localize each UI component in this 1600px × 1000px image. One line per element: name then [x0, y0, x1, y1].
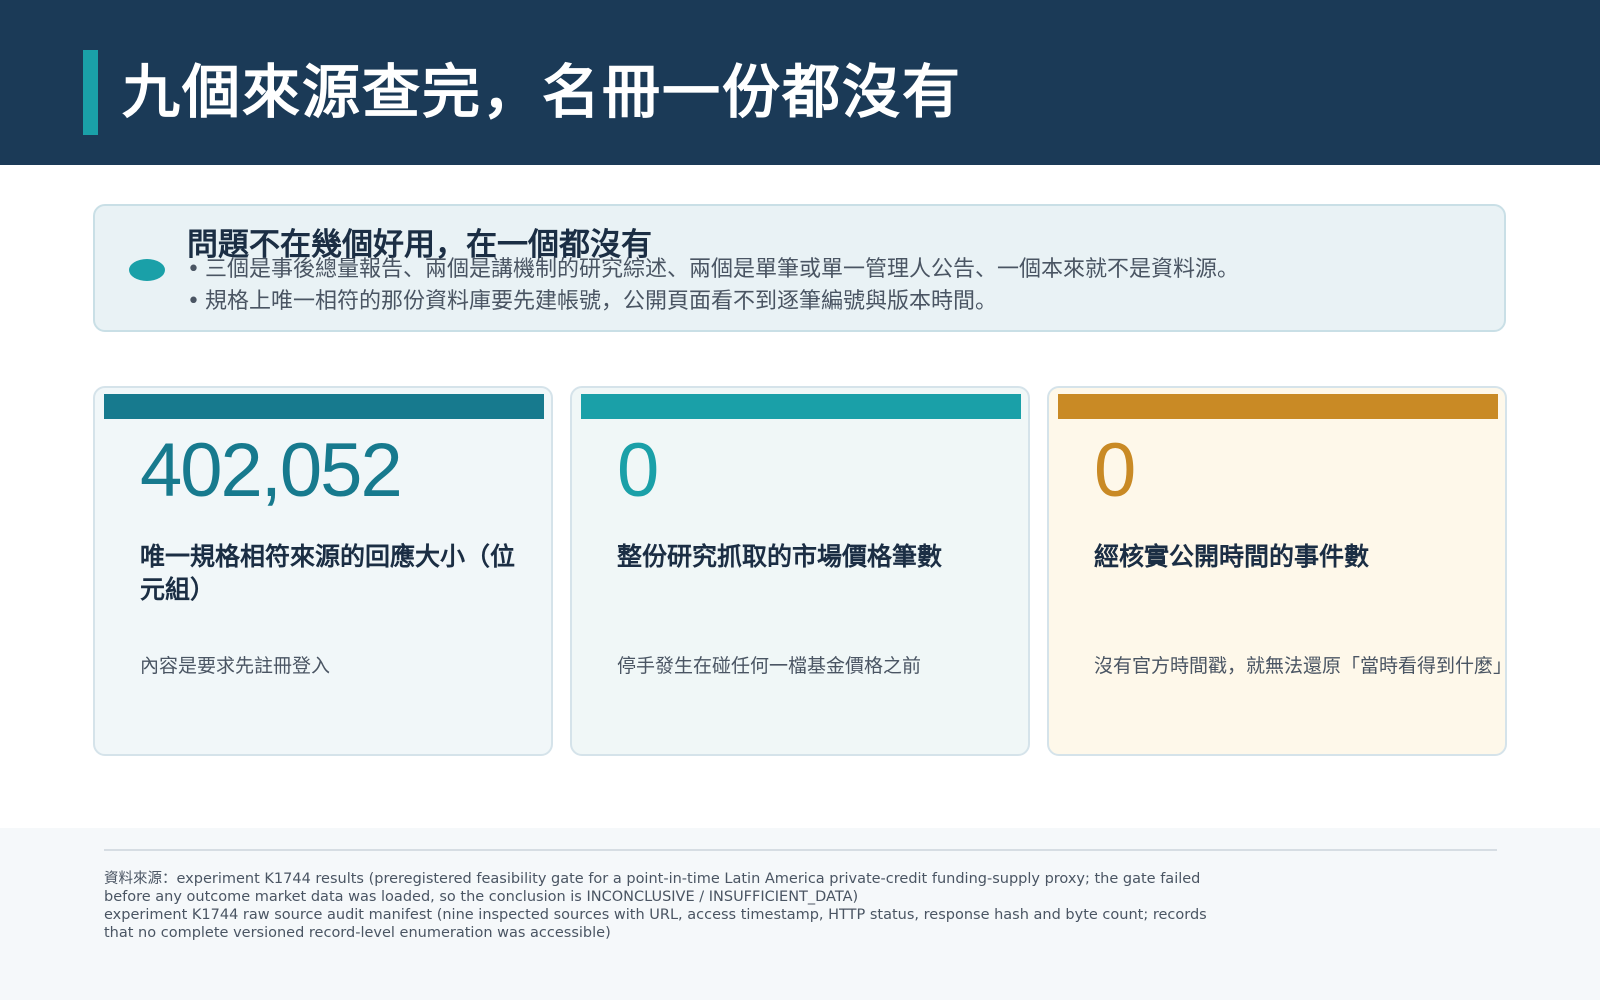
stat-card-price-count: 0 整份研究抓取的市場價格筆數 停手發生在碰任何一檔基金價格之前: [570, 386, 1030, 756]
stat-value: 402,052: [140, 428, 403, 513]
stat-note: 內容是要求先註冊登入: [140, 655, 331, 677]
card-accent-bar: [581, 394, 1021, 419]
footer-divider: [104, 849, 1497, 851]
summary-bullet: 規格上唯一相符的那份資料庫要先建帳號，公開頁面看不到逐筆編號與版本時間。: [187, 286, 1239, 318]
summary-callout: 問題不在幾個好用，在一個都沒有 三個是事後總量報告、兩個是講機制的研究綜述、兩個…: [93, 204, 1506, 332]
card-accent-bar: [1058, 394, 1498, 419]
stat-note: 停手發生在碰任何一檔基金價格之前: [617, 655, 922, 677]
page-header: 九個來源查完，名冊一份都沒有: [0, 0, 1600, 165]
stat-label: 經核實公開時間的事件數: [1094, 542, 1370, 571]
stat-card-event-count: 0 經核實公開時間的事件數 沒有官方時間戳，就無法還原「當時看得到什麼」: [1047, 386, 1507, 756]
header-accent-bar: [83, 50, 98, 135]
stat-note: 沒有官方時間戳，就無法還原「當時看得到什麼」: [1094, 655, 1507, 677]
source-line: 資料來源：experiment K1744 results (preregist…: [104, 871, 1201, 905]
stat-value: 0: [1094, 428, 1136, 513]
source-footer: 資料來源：experiment K1744 results (preregist…: [0, 828, 1600, 1000]
callout-dot-icon: [129, 259, 165, 281]
stat-value: 0: [617, 428, 659, 513]
stat-label: 整份研究抓取的市場價格筆數: [617, 542, 943, 571]
stat-card-response-size: 402,052 唯一規格相符來源的回應大小（位元組） 內容是要求先註冊登入: [93, 386, 553, 756]
page-title: 九個來源查完，名冊一份都沒有: [122, 58, 963, 126]
source-notes: 資料來源：experiment K1744 results (preregist…: [104, 870, 1224, 942]
stat-label: 唯一規格相符來源的回應大小（位元組）: [140, 542, 516, 604]
card-accent-bar: [104, 394, 544, 419]
source-line: experiment K1744 raw source audit manife…: [104, 907, 1207, 941]
summary-bullet: 三個是事後總量報告、兩個是講機制的研究綜述、兩個是單筆或單一管理人公告、一個本來…: [187, 254, 1239, 286]
summary-bullet-list: 三個是事後總量報告、兩個是講機制的研究綜述、兩個是單筆或單一管理人公告、一個本來…: [187, 254, 1239, 318]
